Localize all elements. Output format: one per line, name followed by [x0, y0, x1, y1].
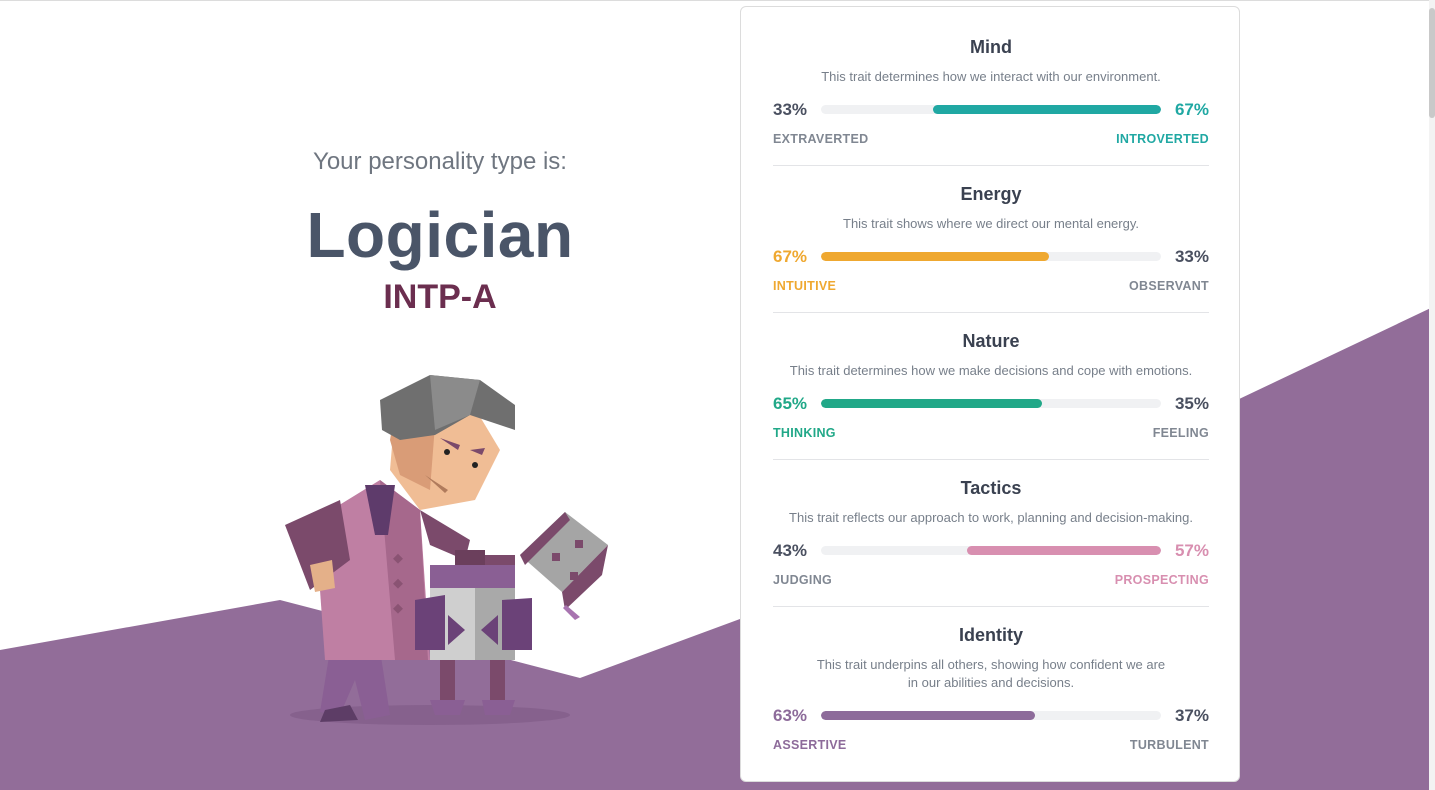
- trait-right-percent: 35%: [1174, 394, 1209, 413]
- trait-bar-fill: [821, 711, 1036, 720]
- trait-bar: [821, 399, 1161, 408]
- trait-right-label: PROSPECTING: [1114, 573, 1209, 587]
- trait-title: Nature: [962, 331, 1020, 351]
- logician-illustration: [285, 375, 608, 725]
- trait-left-percent: 65%: [773, 394, 808, 413]
- trait-right-label: OBSERVANT: [1128, 279, 1209, 293]
- trait-bar: [821, 105, 1161, 114]
- trait-divider: [773, 312, 1209, 313]
- scrollbar-thumb[interactable]: [1429, 8, 1435, 118]
- trait-nature: Nature This trait determines how we make…: [773, 331, 1209, 442]
- trait-title: Tactics: [960, 478, 1022, 498]
- trait-bar: [821, 252, 1161, 261]
- trait-bar-fill: [821, 399, 1042, 408]
- trait-right-percent: 67%: [1174, 100, 1209, 119]
- trait-description: This trait underpins all others, showing…: [816, 657, 1166, 690]
- trait-tactics: Tactics This trait reflects our approach…: [773, 478, 1209, 589]
- trait-title: Identity: [958, 625, 1023, 645]
- trait-right-label: FEELING: [1152, 426, 1209, 440]
- result-pretitle: Your personality type is:: [313, 148, 567, 175]
- trait-description: This trait reflects our approach to work…: [789, 510, 1193, 525]
- trait-title: Energy: [960, 184, 1022, 204]
- trait-right-label: TURBULENT: [1129, 738, 1209, 752]
- trait-right-label: INTROVERTED: [1116, 132, 1209, 146]
- trait-bar-fill: [821, 252, 1049, 261]
- trait-left-percent: 63%: [773, 706, 808, 725]
- trait-score-row: 33% 67%: [773, 98, 1209, 122]
- trait-divider: [773, 165, 1209, 166]
- trait-left-percent: 43%: [773, 541, 808, 560]
- trait-labels: EXTRAVERTED INTROVERTED: [773, 132, 1209, 148]
- trait-energy: Energy This trait shows where we direct …: [773, 184, 1209, 295]
- trait-left-label: JUDGING: [773, 573, 833, 587]
- personality-type-code: INTP-A: [383, 278, 497, 316]
- traits-card: Mind This trait determines how we intera…: [740, 6, 1240, 782]
- trait-divider: [773, 459, 1209, 460]
- page-scrollbar[interactable]: [1429, 0, 1435, 790]
- result-hero: Your personality type is: Logician INTP-…: [240, 140, 640, 317]
- trait-left-label: INTUITIVE: [773, 279, 837, 293]
- trait-right-percent: 57%: [1174, 541, 1209, 560]
- trait-score-row: 43% 57%: [773, 539, 1209, 563]
- trait-description: This trait determines how we interact wi…: [821, 69, 1161, 84]
- trait-score-row: 65% 35%: [773, 392, 1209, 416]
- trait-mind: Mind This trait determines how we intera…: [773, 37, 1209, 148]
- trait-labels: THINKING FEELING: [773, 426, 1209, 442]
- trait-bar-fill: [967, 546, 1161, 555]
- trait-right-percent: 37%: [1174, 706, 1209, 725]
- trait-left-label: THINKING: [773, 426, 836, 440]
- trait-divider: [773, 606, 1209, 607]
- trait-left-percent: 67%: [773, 247, 808, 266]
- trait-title: Mind: [970, 37, 1012, 57]
- trait-left-label: ASSERTIVE: [773, 738, 847, 752]
- trait-description: This trait shows where we direct our men…: [843, 216, 1139, 231]
- trait-score-row: 67% 33%: [773, 245, 1209, 269]
- trait-identity: Identity This trait underpins all others…: [773, 625, 1209, 754]
- trait-labels: JUDGING PROSPECTING: [773, 573, 1209, 589]
- trait-left-percent: 33%: [773, 100, 808, 119]
- trait-right-percent: 33%: [1174, 247, 1209, 266]
- trait-score-row: 63% 37%: [773, 704, 1209, 728]
- personality-type-name: Logician: [306, 199, 574, 271]
- trait-bar: [821, 546, 1161, 555]
- trait-labels: INTUITIVE OBSERVANT: [773, 279, 1209, 295]
- trait-bar: [821, 711, 1161, 720]
- trait-labels: ASSERTIVE TURBULENT: [773, 738, 1209, 754]
- trait-bar-fill: [933, 105, 1161, 114]
- trait-description: This trait determines how we make decisi…: [789, 363, 1193, 378]
- trait-left-label: EXTRAVERTED: [773, 132, 869, 146]
